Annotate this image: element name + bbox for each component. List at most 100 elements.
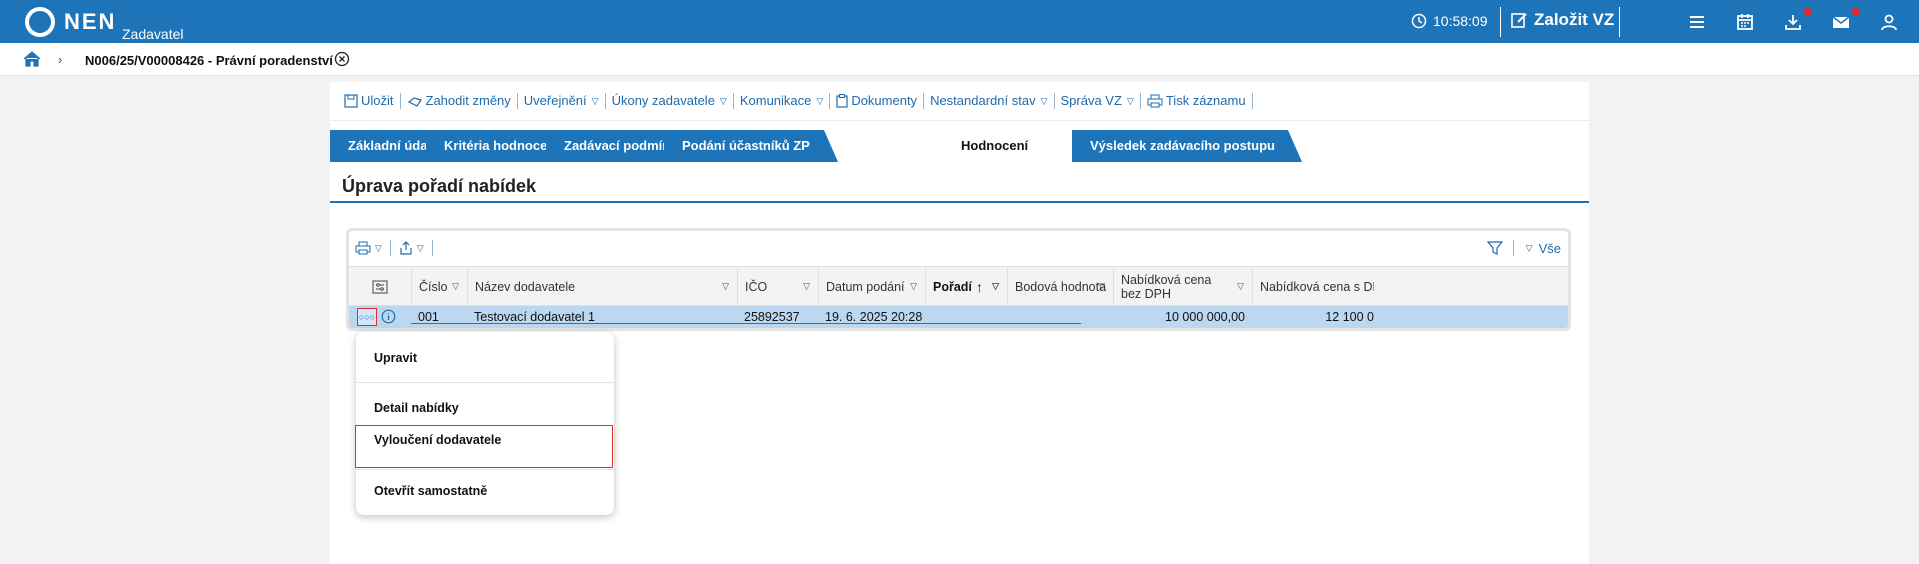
column-filter-icon[interactable]: ▽ [910,281,917,292]
menu-item-offer-detail[interactable]: Detail nabídky [374,401,459,415]
table-row[interactable]: ○○○ 001 Testovací dodavatel 1 25892537 1… [349,306,1568,328]
documents-button[interactable]: Dokumenty [830,93,925,109]
tab-procedure-result[interactable]: Výsledek zadávacího postupu [1072,130,1302,162]
save-label: Uložit [361,93,394,108]
cell-datum: 19. 6. 2025 20:28 [825,310,923,324]
divider [389,240,391,256]
notification-dot [1852,8,1860,16]
communication-label: Komunikace [739,93,812,108]
column-filter-icon[interactable]: ▽ [803,281,810,292]
nonstandard-state-label: Nestandardní stav [930,93,1036,108]
cell-nazev: Testovací dodavatel 1 [474,310,595,324]
grid-tools-right: ▽ Vše [1486,240,1570,256]
column-label: Název dodavatele [475,280,576,294]
caret-down-icon: ▽ [591,96,599,106]
close-icon[interactable] [334,51,350,67]
breadcrumb-title[interactable]: N006/25/V00008426 - Právní poradenství [85,53,333,68]
download-icon[interactable] [1781,10,1805,34]
cell-cena-s: 12 100 0 [1325,310,1374,324]
home-icon[interactable] [22,50,42,68]
divider [1500,7,1501,37]
documents-label: Dokumenty [851,93,918,108]
divider [1512,240,1514,256]
column-label: Datum podání [826,280,905,294]
page-title: Úprava pořadí nabídek [330,162,1589,203]
caret-down-icon[interactable]: ▽ [375,243,382,254]
export-icon[interactable] [399,240,413,256]
print-icon[interactable] [355,241,371,255]
create-vz-label: Založit VZ [1534,10,1615,29]
column-header-datum[interactable]: Datum podání ▽ [818,267,925,307]
publication-label: Uveřejnění [523,93,587,108]
divider [1619,7,1620,37]
clipboard-icon [836,94,848,108]
create-vz-button[interactable]: Založit VZ [1510,10,1614,30]
menu-item-edit[interactable]: Upravit [374,351,417,365]
row-actions-button[interactable]: ○○○ [357,308,377,326]
tab-bar: Základní údaje Kritéria hodnocení Zadáva… [330,130,1589,162]
caret-down-icon: ▽ [816,96,824,106]
filter-icon[interactable] [1486,240,1503,256]
column-label: Nabídková cena s DPH [1260,280,1374,294]
column-header-cena-bez[interactable]: Nabídková cena bez DPH ▽ [1113,267,1252,307]
divider [431,240,433,256]
caret-down-icon[interactable]: ▽ [417,243,424,254]
column-settings-cell[interactable] [349,267,411,307]
row-divider [411,323,1081,324]
menu-item-exclude-supplier[interactable]: Vyloučení dodavatele [374,433,501,447]
tab-participant-submissions[interactable]: Podání účastníků ZP [664,130,838,162]
row-context-menu: Upravit Detail nabídky Vyloučení dodavat… [355,332,614,515]
discard-changes-label: Zahodit změny [425,93,511,108]
print-record-button[interactable]: Tisk záznamu [1141,93,1253,109]
edit-icon [1511,13,1527,28]
nen-logo-icon[interactable] [24,6,56,38]
column-label: Pořadí [933,280,972,294]
undo-icon [407,97,422,107]
user-icon[interactable] [1877,10,1901,34]
column-filter-icon[interactable]: ▽ [722,281,729,292]
column-filter-icon[interactable]: ▽ [452,281,459,292]
nonstandard-state-menu[interactable]: Nestandardní stav ▽ [924,93,1055,109]
filter-all-label[interactable]: Vše [1539,241,1561,256]
column-filter-icon[interactable]: ▽ [1237,281,1244,292]
tab-evaluation[interactable]: Hodnocení [942,130,1057,162]
caret-down-icon[interactable]: ▽ [1526,243,1533,254]
mail-icon[interactable] [1829,10,1853,34]
column-header-poradi[interactable]: Pořadí ↑ ▽ [925,267,1007,307]
app-logo-text[interactable]: NEN [64,9,116,35]
grid-tools-left: ▽ ▽ [355,240,441,256]
notification-dot [1804,8,1812,16]
communication-menu[interactable]: Komunikace ▽ [734,93,831,109]
column-header-cena-s[interactable]: Nabídková cena s DPH [1252,267,1374,307]
hamburger-menu-icon[interactable] [1685,10,1709,34]
app-role-label: Zadavatel [122,26,184,42]
column-header-cislo[interactable]: Číslo ▽ [411,267,467,307]
contracting-actions-menu[interactable]: Úkony zadavatele ▽ [606,93,734,109]
caret-down-icon: ▽ [1040,96,1048,106]
column-header-nazev[interactable]: Název dodavatele ▽ [467,267,737,307]
caret-down-icon: ▽ [1126,96,1134,106]
print-icon [1147,94,1163,108]
column-header-ico[interactable]: IČO ▽ [737,267,818,307]
info-icon[interactable] [381,309,396,324]
calendar-icon[interactable] [1733,10,1757,34]
action-toolbar: Uložit Zahodit změny Uveřejnění ▽ Úkony z… [330,82,1589,121]
vz-management-menu[interactable]: Správa VZ ▽ [1055,93,1141,109]
column-label: Nabídková cena bez DPH [1121,273,1212,301]
discard-changes-button[interactable]: Zahodit změny [401,93,518,109]
column-filter-icon[interactable]: ▽ [1098,281,1105,292]
column-label: Bodová hodnota [1015,280,1107,294]
cell-cena-bez: 10 000 000,00 [1165,310,1245,324]
menu-item-open-standalone[interactable]: Otevřít samostatně [374,484,487,498]
column-settings-icon[interactable] [372,280,388,294]
divider [1569,240,1570,256]
publication-menu[interactable]: Uveřejnění ▽ [518,93,606,109]
save-icon [344,94,358,108]
session-clock: 10:58:09 [1411,13,1488,29]
column-header-bodova[interactable]: Bodová hodnota ▽ [1007,267,1113,307]
chevron-right-icon: › [58,52,63,67]
column-label: Číslo [419,280,448,294]
save-button[interactable]: Uložit [338,93,401,109]
column-filter-icon[interactable]: ▽ [992,281,999,292]
menu-divider [356,469,614,470]
